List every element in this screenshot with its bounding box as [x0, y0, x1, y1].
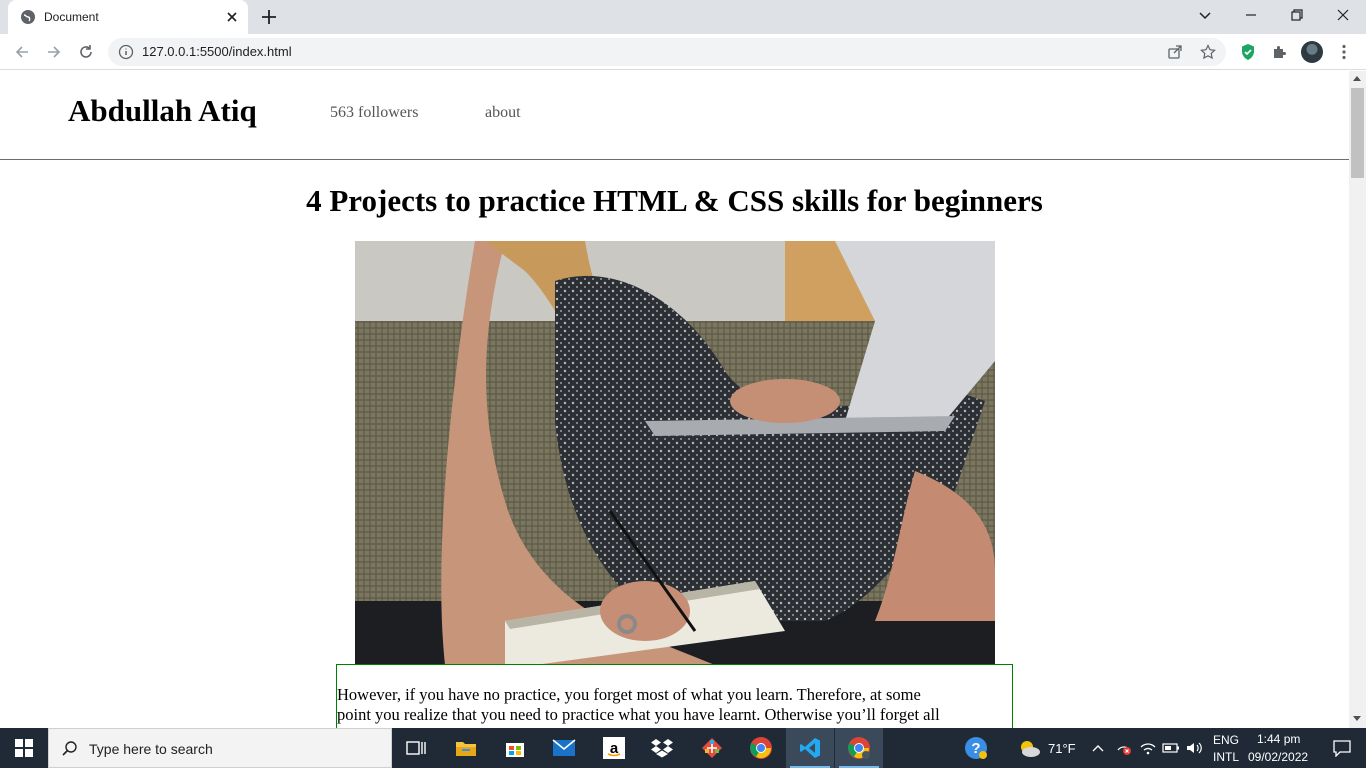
window-close-icon [1337, 9, 1349, 21]
chrome-app[interactable] [737, 728, 785, 768]
puzzle-icon [1274, 46, 1286, 58]
extensions-button[interactable] [1270, 42, 1290, 62]
task-view-icon [406, 741, 426, 755]
battery-tray-button[interactable] [1159, 728, 1183, 768]
shield-extension-button[interactable] [1238, 42, 1258, 62]
notification-icon [1333, 740, 1351, 757]
article-title: 4 Projects to practice HTML & CSS skills… [306, 183, 1043, 218]
article-body: However, if you have no practice, you fo… [336, 664, 1013, 728]
close-icon[interactable] [224, 9, 240, 25]
star-icon[interactable] [1200, 44, 1216, 60]
chevron-down-icon [1199, 12, 1211, 20]
site-brand[interactable]: Abdullah Atiq [68, 93, 257, 129]
tab-document[interactable]: Document [8, 0, 248, 34]
forward-button[interactable] [42, 40, 66, 64]
network-icon [1117, 746, 1131, 755]
minimize-icon [1246, 14, 1256, 16]
restore-icon [1291, 9, 1303, 21]
weather-widget[interactable] [1005, 728, 1053, 768]
windows-start-icon [15, 739, 33, 757]
scroll-up-arrow[interactable] [1353, 76, 1361, 81]
amazon-app[interactable]: a [590, 728, 638, 768]
reload-button[interactable] [74, 40, 98, 64]
back-button[interactable] [10, 40, 34, 64]
vscode-icon [800, 738, 820, 758]
vscode-app[interactable] [786, 728, 834, 768]
hero-photo-woman-laptop [355, 241, 995, 665]
clock-date[interactable]: 09/02/2022 [1248, 750, 1308, 764]
scroll-thumb[interactable] [1351, 88, 1364, 178]
git-icon [702, 738, 722, 758]
tab-title: Document [44, 10, 99, 24]
shield-extension-icon [1242, 44, 1254, 60]
battery-icon [1162, 743, 1179, 753]
forward-icon [48, 46, 61, 58]
nav-followers-link[interactable]: 563 followers [330, 104, 418, 122]
show-hidden-icons-button[interactable] [1086, 728, 1110, 768]
article-hero-image [355, 241, 995, 665]
article-paragraph-line: However, if you have no practice, you fo… [337, 685, 921, 704]
wifi-tray-button[interactable] [1136, 728, 1160, 768]
article-paragraph-line: point you realize that you need to pract… [337, 705, 940, 724]
chevron-up-icon [1092, 745, 1104, 752]
language-indicator[interactable]: ENG [1213, 733, 1239, 747]
store-icon [506, 743, 524, 757]
task-view-button[interactable] [392, 728, 440, 768]
mail-icon [552, 739, 576, 756]
profile-avatar[interactable] [1301, 41, 1323, 63]
menu-icon [1342, 44, 1346, 60]
nav-about-link[interactable]: about [485, 104, 521, 122]
browser-toolbar: 127.0.0.1:5500/index.html [0, 34, 1366, 70]
scroll-down-arrow[interactable] [1353, 716, 1361, 721]
back-icon [15, 46, 28, 58]
tab-strip: Document [0, 0, 1366, 34]
volume-tray-button[interactable] [1182, 728, 1206, 768]
store-app[interactable] [491, 728, 539, 768]
network-tray-button[interactable] [1112, 728, 1136, 768]
help-icon: ? [965, 737, 987, 759]
site-header: Abdullah Atiq 563 followers about [0, 71, 1349, 160]
plus-icon[interactable] [260, 8, 278, 26]
volume-icon [1187, 742, 1202, 754]
help-tray-button[interactable]: ? [952, 728, 1000, 768]
chrome-icon [848, 737, 870, 759]
taskbar-search-placeholder: Type here to search [89, 741, 213, 757]
tab-search-button[interactable] [1182, 0, 1228, 30]
info-icon[interactable] [118, 44, 134, 60]
file-explorer-app[interactable] [442, 728, 490, 768]
start-button[interactable] [0, 728, 48, 768]
file-explorer-icon [456, 742, 476, 756]
keyboard-layout-indicator[interactable]: INTL [1213, 750, 1239, 764]
page-scrollbar[interactable] [1349, 71, 1366, 728]
reload-icon [80, 45, 92, 58]
amazon-icon: a [603, 737, 625, 759]
address-bar[interactable]: 127.0.0.1:5500/index.html [108, 38, 1226, 66]
address-url: 127.0.0.1:5500/index.html [142, 44, 292, 59]
share-icon[interactable] [1167, 44, 1183, 60]
restore-button[interactable] [1274, 0, 1320, 30]
page-viewport: Abdullah Atiq 563 followers about 4 Proj… [0, 71, 1349, 728]
clock-time[interactable]: 1:44 pm [1257, 732, 1300, 746]
mail-app[interactable] [540, 728, 588, 768]
chrome-active-app[interactable] [835, 728, 883, 768]
minimize-button[interactable] [1228, 0, 1274, 30]
notification-center-button[interactable] [1318, 728, 1366, 768]
weather-icon [1021, 741, 1040, 757]
chrome-menu-button[interactable] [1334, 42, 1354, 62]
window-close-button[interactable] [1320, 0, 1366, 30]
dropbox-app[interactable] [638, 728, 686, 768]
search-icon [62, 741, 77, 756]
chrome-icon [750, 737, 772, 759]
wifi-icon [1140, 743, 1156, 755]
globe-icon [21, 10, 35, 24]
weather-temp: 71°F [1048, 741, 1076, 756]
taskbar-search-box[interactable]: Type here to search [48, 728, 392, 768]
git-app[interactable] [688, 728, 736, 768]
dropbox-icon [651, 739, 673, 758]
windows-taskbar: Type here to search a ? 71°F ENG INTL 1:… [0, 728, 1366, 768]
